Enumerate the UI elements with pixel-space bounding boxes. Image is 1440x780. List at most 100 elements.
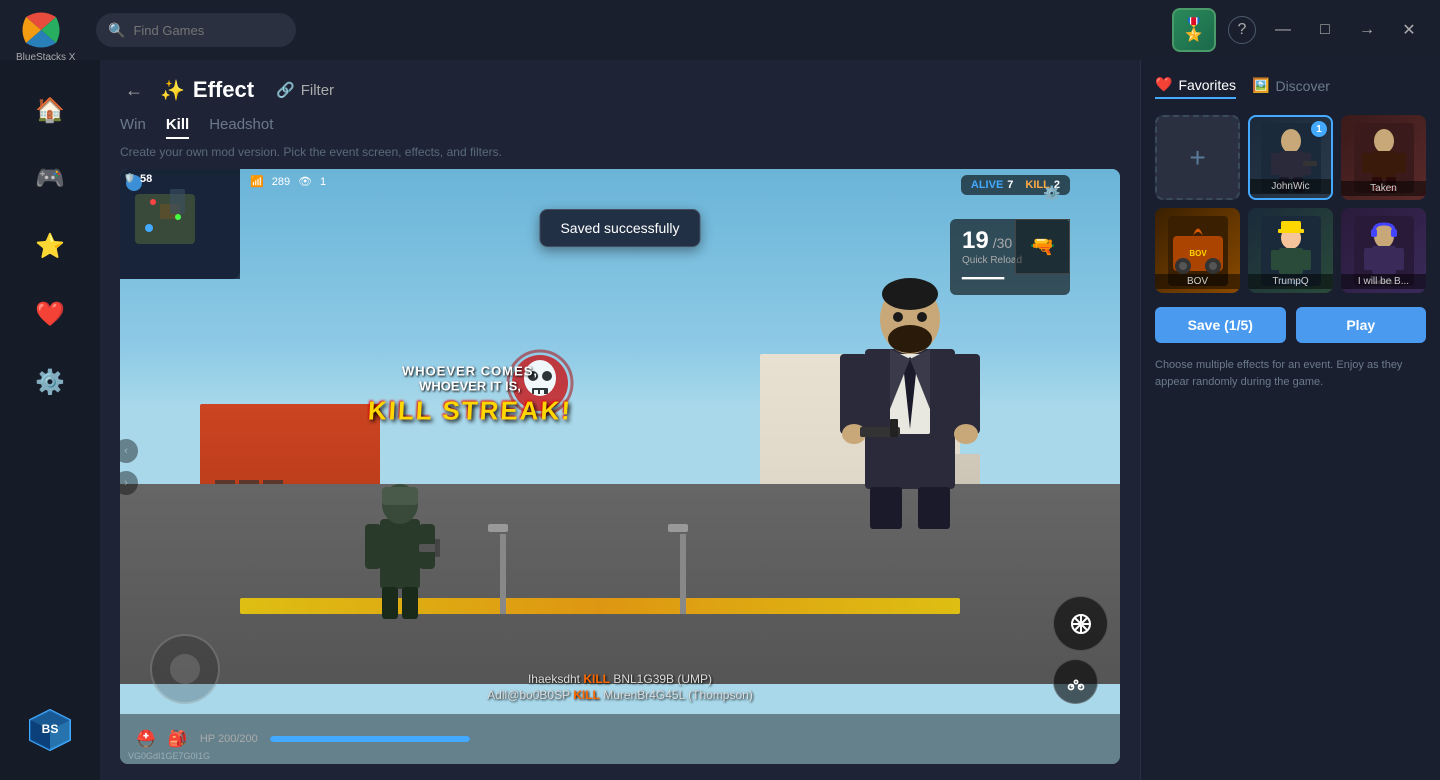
ping-value: 289 (272, 176, 290, 188)
taken-label: Taken (1341, 181, 1426, 196)
nav-left[interactable]: ‹ › (120, 439, 138, 495)
hud-bottom: ⛑️ 🎒 HP 200/200 VG0GdI1GE7G0I1G (120, 714, 1120, 764)
sidebar-item-effects[interactable]: ⭐ (20, 216, 80, 276)
hp-text: HP 200/200 (200, 733, 258, 745)
main-content: ← ✨ Effect 🔗 Filter Win Kill Headshot Cr… (100, 60, 1440, 780)
effect-title: Effect (193, 77, 254, 103)
kill-streak-text: KILL STREAK! (367, 396, 573, 427)
street-light-1 (500, 534, 506, 614)
bov-label: BOV (1155, 274, 1240, 289)
sidebar-item-favorites[interactable]: ❤️ (20, 284, 80, 344)
johnwick-character (830, 249, 990, 634)
hud-minimap: 🛡️ 58 (120, 169, 240, 279)
save-button[interactable]: Save (1/5) (1155, 307, 1286, 343)
helmet-icon: ⛑️ (136, 729, 156, 749)
joystick[interactable] (150, 634, 220, 704)
svg-text:BOV: BOV (1189, 249, 1207, 258)
hud-alive-kill: ALIVE 7 KILL 2 ⚙️ (961, 175, 1070, 195)
maximize-button[interactable]: □ (1310, 15, 1340, 45)
gamepad-area[interactable] (150, 634, 220, 704)
active-game-icon[interactable]: 🎖️ (1172, 8, 1216, 52)
tab-favorites[interactable]: ❤️ Favorites (1155, 76, 1236, 99)
forward-button[interactable]: → (1352, 15, 1382, 45)
version-text: VG0GdI1GE7G0I1G (128, 751, 210, 761)
effect-action-buttons: Save (1/5) Play (1155, 307, 1426, 343)
effect-taken[interactable]: TAKEN Taken (1341, 115, 1426, 200)
subtitle-text: Create your own mod version. Pick the ev… (120, 145, 1120, 159)
favorites-icon: ❤️ (1155, 76, 1172, 93)
right-panel: ❤️ Favorites 🖼️ Discover + (1140, 60, 1440, 780)
saved-toast: Saved successfully (539, 209, 700, 247)
help-button[interactable]: ? (1228, 16, 1256, 44)
sidebar-item-settings[interactable]: ⚙️ (20, 352, 80, 412)
title-bar-controls: 🎖️ ? — □ → ✕ (1172, 0, 1424, 60)
johnwick-label: JohnWic (1250, 179, 1331, 194)
action-buttons-right (1053, 596, 1108, 704)
shield-value: 58 (140, 173, 152, 185)
action-btn-2[interactable] (1053, 659, 1098, 704)
alive-count: ALIVE 7 (971, 179, 1014, 191)
svg-text:BS: BS (42, 722, 59, 736)
help-text: Choose multiple effects for an event. En… (1155, 357, 1426, 390)
kill-feed: Ihaeksdht KILL BNL1G39B (UMP) Adil@bo0B0… (487, 672, 753, 704)
sidebar-bottom: BS (25, 705, 75, 760)
street-light-2 (680, 534, 686, 614)
app-name: BlueStacks X (16, 52, 75, 63)
close-button[interactable]: ✕ (1394, 15, 1424, 45)
title-bar: BlueStacks X 🔍 🎖️ ? — □ → ✕ (0, 0, 1440, 60)
toast-message: Saved successfully (560, 220, 679, 236)
whoever-text2: WHOEVER IT IS, (368, 379, 572, 394)
tab-win[interactable]: Win (120, 116, 146, 139)
discover-label: Discover (1275, 78, 1329, 94)
add-icon: + (1189, 142, 1205, 174)
search-input[interactable] (133, 23, 284, 38)
effect-trumpq[interactable]: TrumpQ TrumpQ (1248, 208, 1333, 293)
filter-icon: 🔗 (276, 81, 295, 99)
filter-button[interactable]: 🔗 Filter (266, 77, 344, 103)
ammo-total: 30 (997, 235, 1013, 251)
bluestacks-logo (16, 5, 66, 55)
whoever-text: WHOEVER COMES, (368, 364, 572, 379)
effects-grid: + (1155, 115, 1426, 293)
left-sidebar: 🏠 🎮 ⭐ ❤️ ⚙️ BS (0, 60, 100, 780)
panel-title: ✨ Effect (160, 77, 254, 103)
nav-arrow-up[interactable]: ‹ (120, 439, 138, 463)
kill-streak-overlay: WHOEVER COMES, WHOEVER IT IS, KILL STREA… (368, 364, 572, 427)
effect-iwillbe[interactable]: I will be B... I will be B... (1341, 208, 1426, 293)
weapon-panel: 19 /30 Quick Reload ━━━━━ 🔫 (950, 219, 1070, 295)
effect-bov[interactable]: BOV BOV (1155, 208, 1240, 293)
johnwick-badge: 1 (1311, 121, 1327, 137)
tab-discover[interactable]: 🖼️ Discover (1252, 77, 1330, 98)
kill-feed-line-2: Adil@bo0B0SP KILL MurenBr4G45L (Thompson… (487, 688, 753, 702)
hud-stats: 📶 289 👁 1 (250, 175, 326, 188)
favorites-label: Favorites (1178, 77, 1236, 93)
bluestacks-cube-icon: BS (25, 705, 75, 760)
play-button[interactable]: Play (1296, 307, 1427, 343)
minimize-button[interactable]: — (1268, 15, 1298, 45)
hp-bar (270, 736, 470, 742)
game-preview: WHOEVER COMES, WHOEVER IT IS, KILL STREA… (120, 169, 1120, 764)
game-gear-icon[interactable]: ⚙️ (1040, 181, 1064, 205)
search-icon: 🔍 (108, 22, 125, 39)
effect-icon: ✨ (160, 78, 185, 103)
add-effect-button[interactable]: + (1155, 115, 1240, 200)
discover-icon: 🖼️ (1252, 77, 1269, 94)
back-button[interactable]: ← (120, 76, 148, 104)
joystick-inner (170, 654, 200, 684)
right-panel-tabs: ❤️ Favorites 🖼️ Discover (1155, 76, 1426, 99)
nav-arrow-down[interactable]: › (120, 471, 138, 495)
action-btn-1[interactable] (1053, 596, 1108, 651)
hp-fill (270, 736, 470, 742)
sidebar-item-home[interactable]: 🏠 (20, 80, 80, 140)
tab-kill[interactable]: Kill (166, 116, 189, 139)
event-tabs: Win Kill Headshot (120, 116, 1120, 139)
tab-headshot[interactable]: Headshot (209, 116, 273, 139)
sidebar-item-store[interactable]: 🎮 (20, 148, 80, 208)
ammo-current: 19 (962, 227, 989, 255)
effect-johnwick[interactable]: 1 JohnWic (1248, 115, 1333, 200)
player-character (360, 459, 440, 624)
panel-header: ← ✨ Effect 🔗 Filter (120, 76, 1120, 104)
filter-label: Filter (301, 82, 334, 99)
search-bar[interactable]: 🔍 (96, 13, 296, 47)
secondary-weapon: 🔫 (1015, 219, 1070, 274)
